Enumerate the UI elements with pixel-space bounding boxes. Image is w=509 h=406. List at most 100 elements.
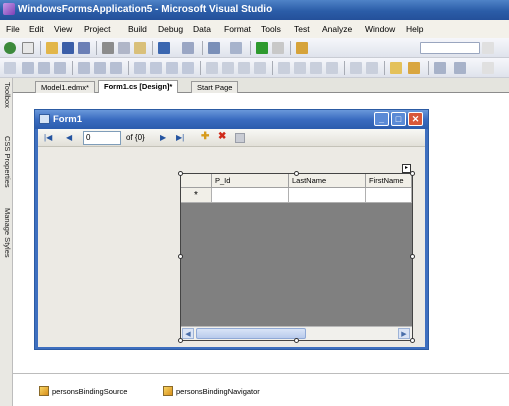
cell-lastname[interactable] [289, 188, 366, 203]
sidetab-manage-styles[interactable]: Manage Styles [1, 208, 12, 258]
form-icon [39, 114, 50, 124]
menu-data[interactable]: Data [193, 24, 211, 34]
lock-controls-icon[interactable] [454, 62, 466, 74]
table-row[interactable]: * [181, 188, 412, 203]
resize-handle[interactable] [410, 254, 415, 259]
save-file-icon[interactable] [62, 42, 74, 54]
center-horizontally-icon[interactable] [350, 62, 362, 74]
smart-tag-icon[interactable]: ▸ [402, 164, 411, 173]
cell-p-id[interactable] [212, 188, 289, 203]
align-centers-icon[interactable] [38, 62, 50, 74]
cell-firstname[interactable] [366, 188, 412, 203]
center-vertically-icon[interactable] [366, 62, 378, 74]
menu-edit[interactable]: Edit [29, 24, 44, 34]
new-project-icon[interactable] [4, 42, 16, 54]
scroll-right-icon[interactable]: ▶ [398, 328, 410, 339]
resize-handle[interactable] [178, 254, 183, 259]
navigate-forward-icon[interactable] [230, 42, 242, 54]
column-header-lastname[interactable]: LastName [289, 174, 366, 188]
increase-h-spacing-icon[interactable] [222, 62, 234, 74]
sidetab-css-properties[interactable]: CSS Properties [1, 136, 12, 188]
sidetab-toolbox[interactable]: Toolbox [1, 82, 12, 108]
remove-v-spacing-icon[interactable] [326, 62, 338, 74]
form-title-bar: Form1 _ □ ✕ [35, 110, 428, 129]
align-middles-icon[interactable] [94, 62, 106, 74]
move-last-icon[interactable]: ▶| [176, 133, 184, 142]
open-icon[interactable] [46, 42, 58, 54]
menu-analyze[interactable]: Analyze [322, 24, 352, 34]
align-bottoms-icon[interactable] [110, 62, 122, 74]
menu-format[interactable]: Format [224, 24, 251, 34]
menu-test[interactable]: Test [294, 24, 310, 34]
scroll-thumb[interactable] [196, 328, 306, 339]
paste-icon[interactable] [134, 42, 146, 54]
menu-tools[interactable]: Tools [261, 24, 281, 34]
menu-view[interactable]: View [54, 24, 72, 34]
move-previous-icon[interactable]: ◀ [66, 133, 72, 142]
component-tray: personsBindingSource personsBindingNavig… [13, 373, 509, 406]
column-header-p-id[interactable]: P_Id [212, 174, 289, 188]
start-debugging-icon[interactable] [256, 42, 268, 54]
cut-icon[interactable] [102, 42, 114, 54]
minimize-icon[interactable]: _ [374, 112, 389, 126]
form1-window[interactable]: Form1 _ □ ✕ |◀ ◀ 0 of {0} ▶ ▶| ✚ ✖ P_Id … [34, 109, 429, 350]
count-item: of {0} [126, 133, 145, 142]
navigate-back-icon[interactable] [208, 42, 220, 54]
scroll-left-icon[interactable]: ◀ [182, 328, 194, 339]
resize-handle[interactable] [410, 338, 415, 343]
copy-icon[interactable] [118, 42, 130, 54]
make-same-width-icon[interactable] [134, 62, 146, 74]
column-header-firstname[interactable]: FirstName [366, 174, 412, 188]
menu-help[interactable]: Help [406, 24, 423, 34]
tab-order-icon[interactable] [434, 62, 446, 74]
toolbar-options-icon[interactable] [482, 42, 494, 54]
decrease-h-spacing-icon[interactable] [238, 62, 250, 74]
bring-to-front-icon[interactable] [390, 62, 402, 74]
data-grid-view[interactable]: P_Id LastName FirstName * ◀ ▶ [180, 173, 413, 341]
toolbar2-options-icon[interactable] [482, 62, 494, 74]
menu-file[interactable]: File [6, 24, 20, 34]
find-combo[interactable] [420, 42, 480, 54]
send-to-back-icon[interactable] [408, 62, 420, 74]
horizontal-spacing-icon[interactable] [206, 62, 218, 74]
make-same-size-icon[interactable] [166, 62, 178, 74]
pause-icon[interactable] [272, 42, 284, 54]
position-item[interactable]: 0 [83, 131, 121, 145]
align-tops-icon[interactable] [78, 62, 90, 74]
row-header-corner [181, 174, 212, 188]
align-grid-icon[interactable] [4, 62, 16, 74]
maximize-icon[interactable]: □ [391, 112, 406, 126]
make-same-height-icon[interactable] [150, 62, 162, 74]
menu-build[interactable]: Build [128, 24, 147, 34]
resize-handle[interactable] [178, 171, 183, 176]
undo-icon[interactable] [158, 42, 170, 54]
delete-icon[interactable]: ✖ [218, 131, 226, 142]
save-all-icon[interactable] [78, 42, 90, 54]
close-icon[interactable]: ✕ [408, 112, 423, 126]
menu-window[interactable]: Window [365, 24, 395, 34]
remove-h-spacing-icon[interactable] [254, 62, 266, 74]
align-rights-icon[interactable] [54, 62, 66, 74]
tab-form1-design[interactable]: Form1.cs [Design]* [98, 80, 179, 93]
align-lefts-icon[interactable] [22, 62, 34, 74]
decrease-v-spacing-icon[interactable] [310, 62, 322, 74]
add-item-icon[interactable] [22, 42, 34, 54]
move-first-icon[interactable]: |◀ [44, 133, 52, 142]
increase-v-spacing-icon[interactable] [294, 62, 306, 74]
move-next-icon[interactable]: ▶ [160, 133, 166, 142]
resize-handle[interactable] [178, 338, 183, 343]
tab-model1-edmx[interactable]: Model1.edmx* [35, 81, 95, 93]
resize-handle[interactable] [294, 171, 299, 176]
redo-icon[interactable] [182, 42, 194, 54]
add-new-icon[interactable]: ✚ [201, 131, 209, 142]
tab-start-page[interactable]: Start Page [191, 81, 239, 93]
menu-debug[interactable]: Debug [158, 24, 183, 34]
size-to-grid-icon[interactable] [182, 62, 194, 74]
menu-project[interactable]: Project [84, 24, 110, 34]
resize-handle[interactable] [294, 338, 299, 343]
save-icon[interactable] [235, 133, 245, 143]
vertical-spacing-icon[interactable] [278, 62, 290, 74]
find-icon[interactable] [296, 42, 308, 54]
tray-persons-binding-source[interactable]: personsBindingSource [52, 387, 127, 396]
tray-persons-binding-navigator[interactable]: personsBindingNavigator [176, 387, 260, 396]
